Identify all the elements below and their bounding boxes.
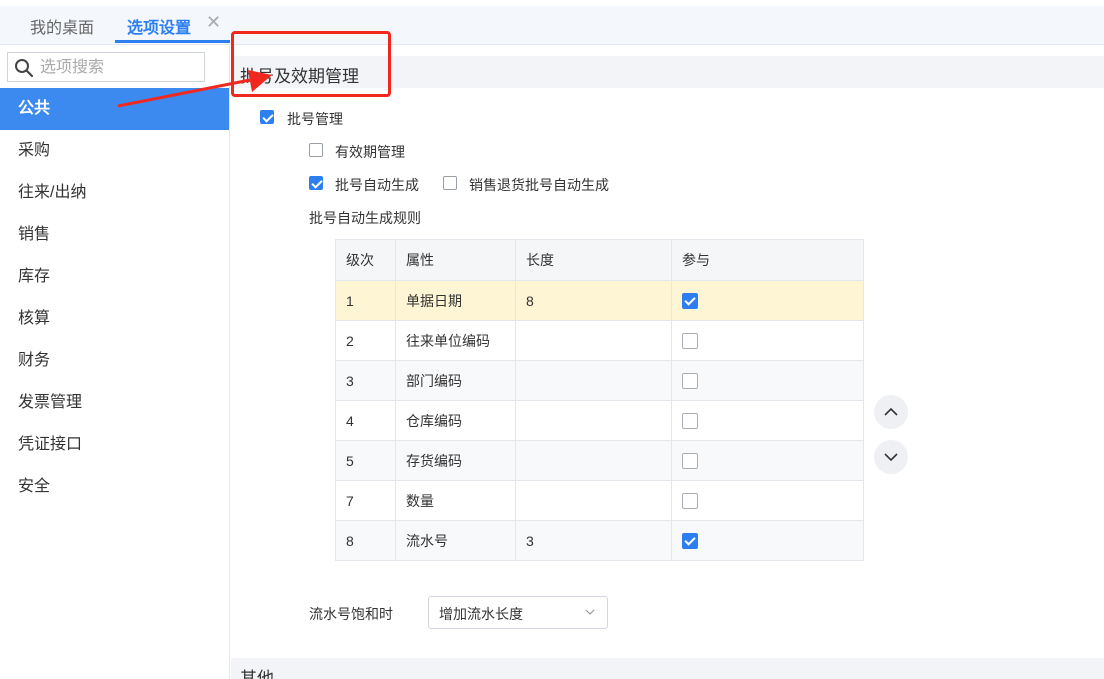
table-header-row: 级次 属性 长度 参与 (335, 239, 864, 281)
sidebar-item-sales[interactable]: 销售 (0, 214, 229, 256)
sidebar-item-inventory[interactable]: 库存 (0, 256, 229, 298)
sidebar-item-invoice[interactable]: 发票管理 (0, 382, 229, 424)
cell-participate (671, 280, 864, 321)
saturation-label: 流水号饱和时 (309, 606, 393, 622)
cell-attribute: 仓库编码 (395, 400, 516, 441)
participate-checkbox[interactable] (682, 533, 698, 550)
cell-attribute: 部门编码 (395, 360, 516, 401)
search-icon (15, 59, 34, 78)
participate-checkbox[interactable] (682, 333, 698, 350)
sidebar: 公共 采购 往来/出纳 销售 库存 核算 财务 发票管理 凭证接口 安全 (0, 45, 230, 679)
cell-length[interactable] (515, 440, 672, 481)
cell-level: 2 (335, 320, 396, 361)
cell-participate (671, 480, 864, 521)
cell-participate (671, 400, 864, 441)
cell-length[interactable] (515, 360, 672, 401)
table-row[interactable]: 1 单据日期 8 (335, 280, 864, 321)
header-participate: 参与 (671, 239, 864, 281)
saturation-select-value: 增加流水长度 (439, 606, 523, 622)
cell-attribute: 数量 (395, 480, 516, 521)
sidebar-item-security[interactable]: 安全 (0, 466, 229, 508)
active-tab-indicator (115, 40, 230, 43)
cell-participate (671, 440, 864, 481)
cell-level: 5 (335, 440, 396, 481)
batch-mgmt-label: 批号管理 (287, 111, 343, 127)
header-length: 长度 (515, 239, 672, 281)
cell-length[interactable] (515, 320, 672, 361)
cell-participate (671, 520, 864, 561)
auto-gen-label: 批号自动生成 (335, 177, 419, 193)
cell-length[interactable]: 8 (515, 280, 672, 321)
table-row[interactable]: 4 仓库编码 (335, 400, 864, 441)
header-attribute: 属性 (395, 239, 516, 281)
sidebar-item-public[interactable]: 公共 (0, 88, 229, 130)
sidebar-item-accounts-cashier[interactable]: 往来/出纳 (0, 172, 229, 214)
search-box[interactable] (7, 52, 205, 82)
table-row[interactable]: 3 部门编码 (335, 360, 864, 401)
sales-return-auto-gen-label: 销售退货批号自动生成 (469, 177, 609, 193)
tab-options-settings[interactable]: 选项设置 (127, 14, 191, 38)
participate-checkbox[interactable] (682, 413, 698, 430)
cell-level: 3 (335, 360, 396, 401)
table-row[interactable]: 2 往来单位编码 (335, 320, 864, 361)
table-row[interactable]: 5 存货编码 (335, 440, 864, 481)
cell-attribute: 往来单位编码 (395, 320, 516, 361)
sidebar-item-costing[interactable]: 核算 (0, 298, 229, 340)
sidebar-item-purchase[interactable]: 采购 (0, 130, 229, 172)
move-up-button[interactable] (874, 395, 908, 429)
chevron-down-icon (585, 609, 595, 615)
cell-length[interactable] (515, 480, 672, 521)
cell-level: 1 (335, 280, 396, 321)
cell-attribute: 单据日期 (395, 280, 516, 321)
participate-checkbox[interactable] (682, 293, 698, 310)
cell-level: 4 (335, 400, 396, 441)
participate-checkbox[interactable] (682, 493, 698, 510)
header-level: 级次 (335, 239, 396, 281)
saturation-select[interactable]: 增加流水长度 (428, 596, 608, 629)
cell-length[interactable] (515, 400, 672, 441)
sidebar-item-voucher-interface[interactable]: 凭证接口 (0, 424, 229, 466)
top-strip (0, 0, 1104, 6)
section-header-other: 其他 (231, 658, 1104, 679)
participate-checkbox[interactable] (682, 453, 698, 470)
batch-rules-table: 级次 属性 长度 参与 1 单据日期 8 2 往来单位编码 3 部门编码 4 仓… (335, 239, 864, 561)
chevron-up-icon (884, 407, 898, 416)
highlight-box-annotation (231, 31, 391, 97)
rules-label: 批号自动生成规则 (309, 210, 421, 226)
search-input[interactable] (38, 56, 202, 80)
sales-return-auto-gen-checkbox[interactable] (443, 176, 457, 190)
cell-participate (671, 360, 864, 401)
table-row[interactable]: 8 流水号 3 (335, 520, 864, 561)
participate-checkbox[interactable] (682, 373, 698, 390)
cell-level: 8 (335, 520, 396, 561)
chevron-down-icon (884, 453, 898, 462)
expiry-mgmt-label: 有效期管理 (335, 144, 405, 160)
cell-attribute: 存货编码 (395, 440, 516, 481)
move-down-button[interactable] (874, 440, 908, 474)
tab-my-desktop[interactable]: 我的桌面 (30, 14, 94, 38)
expiry-mgmt-checkbox[interactable] (309, 143, 323, 157)
cell-level: 7 (335, 480, 396, 521)
tab-bar: 我的桌面 选项设置 ✕ (0, 0, 1104, 45)
sidebar-item-finance[interactable]: 财务 (0, 340, 229, 382)
batch-mgmt-checkbox[interactable] (260, 110, 274, 124)
other-section-title: 其他 (240, 669, 274, 679)
cell-length[interactable]: 3 (515, 520, 672, 561)
close-tab-icon[interactable]: ✕ (206, 12, 221, 33)
cell-participate (671, 320, 864, 361)
cell-attribute: 流水号 (395, 520, 516, 561)
auto-gen-checkbox[interactable] (309, 176, 323, 190)
table-row[interactable]: 7 数量 (335, 480, 864, 521)
